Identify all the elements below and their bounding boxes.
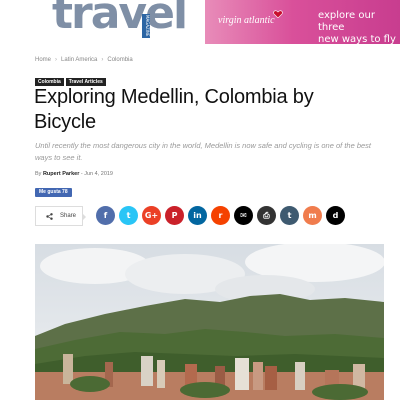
google-plus-share-button[interactable]: G+ bbox=[142, 206, 161, 225]
pinterest-icon: P bbox=[171, 211, 178, 220]
like-label: Me gusta 78 bbox=[39, 189, 68, 195]
by-label: By bbox=[35, 171, 42, 177]
linkedin-icon: in bbox=[193, 211, 202, 220]
pinterest-share-button[interactable]: P bbox=[165, 206, 184, 225]
ad-copy: explore our three new ways to fly bbox=[318, 10, 400, 44]
facebook-icon: f bbox=[103, 211, 108, 220]
site-logo[interactable]: travel MAGAZINE bbox=[52, 0, 188, 46]
heart-icon bbox=[273, 10, 283, 18]
chevron-right-icon: › bbox=[101, 57, 104, 63]
reddit-icon: r bbox=[218, 211, 223, 220]
share-label: Share bbox=[60, 213, 77, 219]
share-box: Share bbox=[35, 206, 86, 226]
print-icon: ⎙ bbox=[263, 211, 270, 220]
publish-date: Jun 4, 2019 bbox=[84, 171, 113, 177]
logo-text: travel bbox=[52, 0, 188, 39]
article-title: Exploring Medellin, Colombia by Bicycle bbox=[34, 86, 314, 133]
ad-brand: virgin atlantic bbox=[218, 15, 275, 26]
tumblr-share-button[interactable]: t bbox=[280, 206, 299, 225]
digg-icon: d bbox=[332, 211, 339, 220]
article-subtitle: Until recently the most dangerous city i… bbox=[35, 141, 372, 162]
google-plus-icon: G+ bbox=[144, 211, 159, 220]
mix-icon: m bbox=[308, 211, 317, 220]
mix-share-button[interactable]: m bbox=[303, 206, 322, 225]
email-share-button[interactable]: ✉ bbox=[234, 206, 253, 225]
share-icon bbox=[46, 213, 53, 220]
meta-separator: - bbox=[80, 171, 83, 177]
print-share-button[interactable]: ⎙ bbox=[257, 206, 276, 225]
article-meta: By Rupert Parker - Jun 4, 2019 bbox=[35, 171, 113, 177]
hero-image bbox=[35, 244, 384, 400]
linkedin-share-button[interactable]: in bbox=[188, 206, 207, 225]
chevron-right-icon: › bbox=[55, 57, 58, 63]
twitter-share-button[interactable]: t bbox=[119, 206, 138, 225]
ad-line-2: new ways to fly bbox=[318, 34, 396, 44]
advertisement-banner[interactable]: virgin atlantic explore our three new wa… bbox=[205, 0, 400, 44]
author-link[interactable]: Rupert Parker bbox=[43, 171, 79, 177]
breadcrumb-colombia[interactable]: Colombia bbox=[107, 57, 132, 63]
reddit-share-button[interactable]: r bbox=[211, 206, 230, 225]
email-icon: ✉ bbox=[240, 211, 247, 220]
digg-share-button[interactable]: d bbox=[326, 206, 345, 225]
medellin-cityscape-image bbox=[35, 244, 384, 400]
tumblr-icon: t bbox=[287, 211, 292, 220]
logo-tag: MAGAZINE bbox=[142, 14, 150, 38]
breadcrumb: Home › Latin America › Colombia bbox=[35, 57, 133, 63]
twitter-icon: t bbox=[126, 211, 131, 220]
ad-line-1: explore our three bbox=[318, 10, 375, 33]
breadcrumb-home[interactable]: Home bbox=[35, 57, 51, 63]
facebook-like-button[interactable]: Me gusta 78 bbox=[35, 188, 72, 197]
facebook-share-button[interactable]: f bbox=[96, 206, 115, 225]
breadcrumb-latin-america[interactable]: Latin America bbox=[61, 57, 97, 63]
